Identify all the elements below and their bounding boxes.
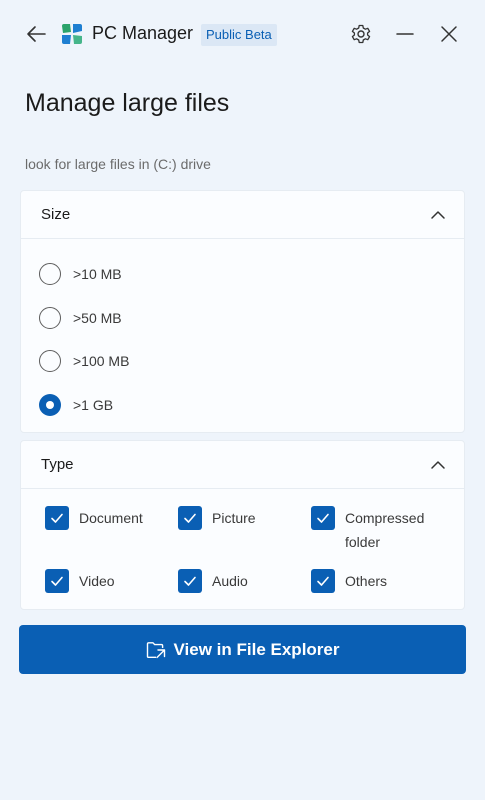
view-in-file-explorer-button[interactable]: View in File Explorer: [19, 625, 466, 674]
checkbox-checked[interactable]: [45, 569, 69, 593]
size-option-label: >1 GB: [73, 397, 114, 413]
checkmark-icon: [184, 513, 196, 523]
checkbox-checked[interactable]: [178, 569, 202, 593]
type-option-label: Document: [79, 510, 143, 526]
checkmark-icon: [51, 576, 63, 586]
size-option-1gb[interactable]: >1 GB: [39, 392, 113, 418]
type-option-label: Audio: [212, 573, 248, 589]
app-logo-icon: [62, 24, 82, 44]
type-option-picture[interactable]: Picture: [178, 506, 312, 530]
checkbox-checked[interactable]: [311, 569, 335, 593]
folder-open-icon: [146, 641, 165, 658]
checkmark-icon: [184, 576, 196, 586]
type-option-others[interactable]: Others: [311, 569, 445, 593]
app-title: PC Manager: [92, 23, 194, 43]
radio-button[interactable]: [39, 263, 61, 285]
radio-button-selected[interactable]: [39, 394, 61, 416]
type-option-compressed-folder[interactable]: Compressed folder: [311, 506, 445, 554]
checkbox-checked[interactable]: [311, 506, 335, 530]
checkmark-icon: [317, 513, 329, 523]
gear-icon: [351, 24, 371, 44]
size-section-header[interactable]: Size: [21, 191, 464, 239]
title-bar: PC Manager Public Beta: [0, 0, 485, 68]
radio-button[interactable]: [39, 350, 61, 372]
type-section-header[interactable]: Type: [21, 441, 464, 489]
type-section-label: Type: [41, 456, 74, 473]
size-option-label: >10 MB: [73, 266, 122, 282]
size-option-50mb[interactable]: >50 MB: [39, 305, 122, 331]
size-section-label: Size: [41, 206, 71, 223]
checkbox-checked[interactable]: [45, 506, 69, 530]
type-section: Type Document Picture Compressed folder …: [20, 440, 465, 610]
type-option-audio[interactable]: Audio: [178, 569, 312, 593]
minimize-button[interactable]: [391, 20, 419, 48]
page-subtitle: look for large files in (C:) drive: [25, 156, 211, 172]
type-option-document[interactable]: Document: [45, 506, 179, 530]
close-icon: [441, 26, 457, 42]
size-option-label: >50 MB: [73, 310, 122, 326]
size-option-100mb[interactable]: >100 MB: [39, 348, 129, 374]
minimize-icon: [396, 33, 414, 35]
page-title: Manage large files: [25, 89, 230, 117]
type-option-label: Video: [79, 573, 115, 589]
size-section: Size >10 MB >50 MB >100 MB >1 GB: [20, 190, 465, 433]
size-option-10mb[interactable]: >10 MB: [39, 261, 122, 287]
chevron-up-icon: [431, 461, 445, 469]
checkmark-icon: [317, 576, 329, 586]
checkmark-icon: [51, 513, 63, 523]
checkbox-checked[interactable]: [178, 506, 202, 530]
type-option-video[interactable]: Video: [45, 569, 179, 593]
arrow-left-icon: [27, 26, 46, 42]
settings-button[interactable]: [347, 20, 375, 48]
back-button[interactable]: [22, 20, 50, 48]
radio-button[interactable]: [39, 307, 61, 329]
view-in-file-explorer-label: View in File Explorer: [173, 639, 340, 659]
beta-badge: Public Beta: [201, 24, 277, 46]
type-option-label: Compressed folder: [345, 510, 425, 550]
close-button[interactable]: [435, 20, 463, 48]
size-option-label: >100 MB: [73, 353, 130, 369]
chevron-up-icon: [431, 211, 445, 219]
type-option-label: Others: [345, 573, 388, 589]
type-option-label: Picture: [212, 510, 256, 526]
